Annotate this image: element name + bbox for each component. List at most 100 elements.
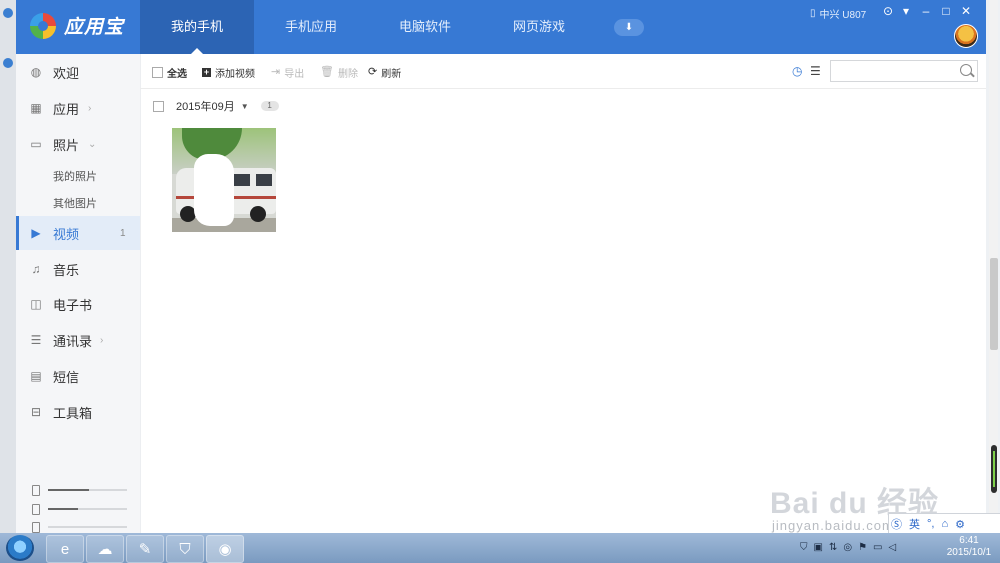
sidebar-item-video[interactable]: ▶ 视频 1	[16, 216, 140, 250]
flag-tray-icon[interactable]: ⚑	[858, 542, 867, 553]
storage-bar	[47, 526, 127, 528]
clock-view-icon[interactable]: ◷	[792, 64, 802, 78]
storage-phone	[32, 484, 127, 496]
usb-tray-icon[interactable]: ▣	[814, 542, 823, 553]
storage-other	[32, 521, 127, 533]
cloud-app-icon[interactable]: ☁	[86, 535, 124, 563]
paint-icon[interactable]: ✎	[126, 535, 164, 563]
storage-fill	[47, 489, 90, 491]
phone-icon: ▯	[810, 8, 816, 19]
close-icon[interactable]: ✕	[958, 4, 974, 18]
skin-icon[interactable]: ⌂	[941, 518, 948, 530]
windows-taskbar: e ☁ ✎ ⛉ ◉ ⛉ ▣ ⇅ ◎ ⚑ ▭ ◁ 6:41 2015/10/1	[0, 533, 1000, 563]
search-input[interactable]	[831, 61, 961, 79]
music-note-icon: ♫	[31, 262, 41, 276]
sidebar-item-apps[interactable]: ▦ 应用 ›	[16, 91, 140, 125]
refresh-button[interactable]: ⟳ 刷新	[368, 65, 401, 81]
date-group-header: 2015年09月 ▼ 1	[153, 98, 279, 114]
main-tabs: 我的手机 手机应用 电脑软件 网页游戏	[140, 0, 596, 54]
export-button[interactable]: ⇥ 导出	[271, 65, 305, 81]
search-icon[interactable]	[960, 64, 972, 76]
minimize-icon[interactable]: –	[918, 4, 934, 18]
security-shield-icon[interactable]: ⛉	[166, 535, 204, 563]
clock-date: 2015/10/1	[946, 547, 992, 558]
user-avatar[interactable]	[954, 24, 978, 48]
app-title: 应用宝	[64, 17, 125, 38]
download-icon[interactable]: ⬇	[614, 19, 644, 36]
welcome-icon: ◍	[30, 65, 42, 79]
app-window: 应用宝 我的手机 手机应用 电脑软件 网页游戏 ⬇ ▯ 中兴 U807 ⊙ ▾ …	[16, 0, 986, 533]
add-icon: +	[202, 67, 211, 77]
add-video-button[interactable]: + 添加视频	[202, 65, 255, 80]
caret-down-icon[interactable]: ▼	[241, 102, 249, 111]
ime-logo-icon[interactable]: Ⓢ	[891, 516, 902, 532]
content-toolbar: 全选 + 添加视频 ⇥ 导出 🗑 删除 ⟳ 刷新 ◷ ☰	[140, 54, 986, 89]
app-logo: 应用宝	[30, 12, 124, 39]
group-checkbox[interactable]	[153, 100, 164, 112]
network-tray-icon[interactable]: ⇅	[829, 542, 837, 553]
sidebar-item-label: 通讯录	[53, 333, 93, 349]
sidebar-item-label: 欢迎	[53, 65, 80, 81]
settings-icon[interactable]: ⊙	[880, 4, 896, 18]
maximize-icon[interactable]: □	[938, 4, 954, 18]
sidebar-item-label: 工具箱	[53, 405, 93, 421]
sidebar-item-welcome[interactable]: ◍ 欢迎	[16, 55, 140, 89]
sd-storage-icon	[32, 503, 40, 515]
device-name: 中兴 U807	[819, 10, 867, 21]
desktop-scrollbar-thumb[interactable]	[990, 258, 998, 350]
tab-phone-apps[interactable]: 手机应用	[254, 0, 368, 54]
chevron-down-icon: ⌄	[88, 138, 97, 150]
storage-icon	[32, 521, 40, 533]
tab-my-phone[interactable]: 我的手机	[140, 0, 254, 54]
export-label: 导出	[284, 69, 305, 80]
app-header: 应用宝 我的手机 手机应用 电脑软件 网页游戏 ⬇ ▯ 中兴 U807 ⊙ ▾ …	[16, 0, 986, 54]
list-view-icon[interactable]: ☰	[810, 64, 821, 78]
tab-pc-software[interactable]: 电脑软件	[368, 0, 482, 54]
volume-tray-icon[interactable]: ◁	[889, 542, 897, 553]
sidebar: ◍ 欢迎 ▦ 应用 › ▭ 照片 ⌄ 我的照片 其他图片 ▶ 视频 1 ♫ 音乐…	[16, 54, 141, 533]
sidebar-item-toolbox[interactable]: ⊟ 工具箱	[16, 395, 140, 429]
desktop-icon	[3, 58, 13, 68]
sidebar-item-sms[interactable]: ▤ 短信	[16, 359, 140, 393]
ime-settings-icon[interactable]: ⚙	[955, 518, 965, 531]
video-thumbnail[interactable]	[172, 128, 276, 232]
sidebar-subitem-my-photos[interactable]: 我的照片	[53, 168, 97, 184]
clock-time: 6:41	[959, 535, 979, 546]
weibo-tray-icon[interactable]: ◎	[843, 542, 852, 553]
sidebar-item-music[interactable]: ♫ 音乐	[16, 252, 140, 286]
select-all-label: 全选	[167, 69, 187, 80]
export-icon: ⇥	[271, 66, 281, 78]
sidebar-item-contacts[interactable]: ☰ 通讯录 ›	[16, 323, 140, 357]
sidebar-subitem-other-images[interactable]: 其他图片	[53, 195, 97, 211]
display-tray-icon[interactable]: ▭	[873, 542, 882, 553]
menu-icon[interactable]: ▾	[898, 4, 914, 18]
system-clock[interactable]: 6:41 2015/10/1	[940, 535, 998, 559]
delete-button[interactable]: 🗑 删除	[320, 65, 358, 81]
ime-mode[interactable]: 英	[909, 516, 920, 532]
group-count-badge: 1	[260, 101, 279, 111]
ie-browser-icon[interactable]: e	[46, 535, 84, 563]
sidebar-item-label: 照片	[53, 137, 80, 153]
storage-bar	[47, 508, 127, 510]
logo-icon	[30, 12, 56, 39]
tab-web-games[interactable]: 网页游戏	[482, 0, 596, 54]
start-button[interactable]	[6, 535, 34, 561]
desktop-left-edge	[0, 0, 16, 533]
select-all-checkbox[interactable]: 全选	[152, 65, 187, 80]
sidebar-item-ebook[interactable]: ◫ 电子书	[16, 287, 140, 321]
yingyongbao-taskbar-icon[interactable]: ◉	[206, 535, 244, 563]
group-date-label[interactable]: 2015年09月	[176, 98, 235, 114]
baidu-watermark-url: jingyan.baidu.com	[772, 518, 894, 533]
search-box	[830, 60, 978, 82]
shield-tray-icon[interactable]: ⛉	[800, 542, 808, 553]
storage-fill	[47, 508, 78, 510]
sidebar-item-label: 短信	[53, 369, 80, 385]
device-status[interactable]: ▯ 中兴 U807	[810, 6, 866, 21]
chevron-right-icon: ›	[88, 102, 92, 114]
trash-icon: 🗑	[320, 66, 334, 78]
sidebar-item-photos[interactable]: ▭ 照片 ⌄	[16, 127, 140, 161]
toolbox-icon: ⊟	[30, 405, 42, 419]
contacts-icon: ☰	[30, 333, 42, 347]
chevron-right-icon: ›	[100, 334, 104, 346]
punctuation-icon[interactable]: °,	[927, 518, 934, 530]
